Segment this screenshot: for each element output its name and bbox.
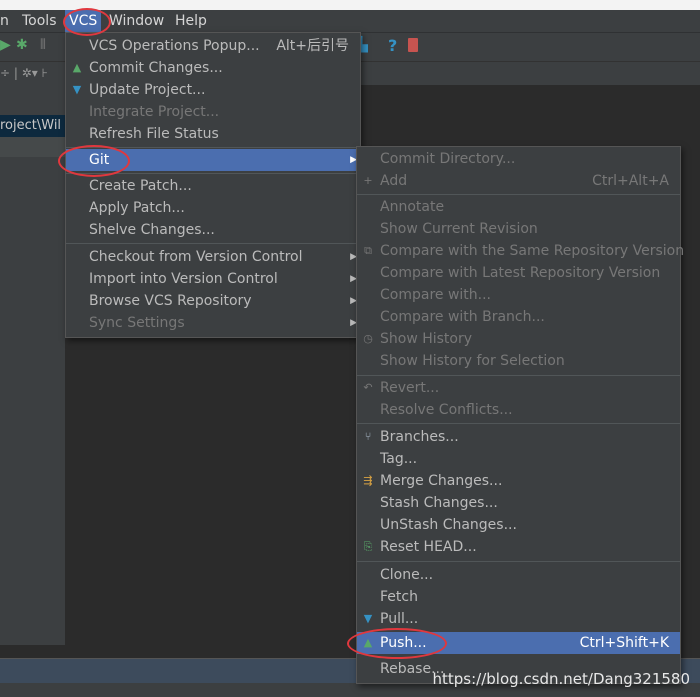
coverage-icon[interactable]: ⫴ (40, 37, 46, 53)
git-item-unstash-changes[interactable]: UnStash Changes... (357, 514, 680, 536)
git-item-compare-with: Compare with... (380, 287, 492, 303)
project-panel: roject\Wil (0, 85, 65, 645)
git-item-fetch[interactable]: Fetch (357, 586, 680, 608)
panel-toolbar-icons[interactable]: ÷ | ✲▾ ⊦ (0, 66, 48, 80)
pull-icon: ▼ (363, 612, 373, 625)
compare-icon: ⧉ (364, 244, 372, 257)
git-item-merge-changes[interactable]: ⇶ Merge Changes... (357, 470, 680, 492)
vcs-update-icon: ▼ (72, 83, 82, 96)
menu-separator (357, 561, 680, 562)
menu-help[interactable]: Help (175, 10, 207, 32)
vcs-commit-icon: ▲ (72, 61, 82, 74)
git-item-reset-head[interactable]: ⎘ Reset HEAD... (357, 536, 680, 558)
merge-icon: ⇶ (363, 474, 373, 487)
reset-head-icon: ⎘ (363, 540, 373, 553)
presentation-icon[interactable] (408, 38, 418, 52)
window-top-edge (0, 0, 700, 10)
git-item-annotate: Annotate (380, 199, 445, 215)
vcs-menu: VCS Operations Popup... Alt+后引号 ▲ Commit… (65, 32, 361, 338)
annotation-circle-push (347, 628, 447, 659)
menu-tools[interactable]: Tools (22, 10, 57, 32)
menu-separator (357, 423, 680, 424)
git-item-branches[interactable]: ⑂ Branches... (357, 426, 680, 448)
menu-item-browse-vcs-repository[interactable]: Browse VCS Repository ▶ (66, 290, 360, 312)
menu-separator (66, 243, 360, 244)
menu-item-update-project[interactable]: ▼ Update Project... (66, 79, 360, 101)
menu-run[interactable]: n (0, 10, 9, 32)
menu-item-shelve-changes[interactable]: Shelve Changes... (66, 219, 360, 241)
menu-separator (357, 194, 680, 195)
history-icon: ◷ (363, 332, 373, 345)
annotation-circle-git (58, 145, 130, 177)
git-item-tag[interactable]: Tag... (357, 448, 680, 470)
menu-item-checkout[interactable]: Checkout from Version Control ▶ (66, 246, 360, 268)
git-item-show-current-revision: Show Current Revision (380, 221, 538, 237)
menu-item-import[interactable]: Import into Version Control ▶ (66, 268, 360, 290)
git-item-compare-with-branch: Compare with Branch... (380, 309, 545, 325)
git-item-clone[interactable]: Clone... (357, 564, 680, 586)
git-item-pull[interactable]: ▼ Pull... (357, 608, 680, 630)
project-root-row[interactable]: roject\Wil (0, 115, 65, 137)
menu-item-apply-patch[interactable]: Apply Patch... (66, 197, 360, 219)
git-item-add: + Add Ctrl+Alt+A (357, 170, 680, 192)
menu-item-commit-changes[interactable]: ▲ Commit Changes... (66, 57, 360, 79)
menu-item-sync-settings: Sync Settings ▶ (66, 312, 360, 334)
git-item-stash-changes[interactable]: Stash Changes... (357, 492, 680, 514)
revert-icon: ↶ (363, 381, 373, 394)
menu-item-integrate-project: Integrate Project... (89, 104, 220, 120)
run-icon[interactable]: ▶ (0, 37, 11, 53)
menu-window[interactable]: Window (109, 10, 164, 32)
menu-item-refresh-file-status[interactable]: Refresh File Status (66, 123, 360, 145)
project-highlight-row (0, 137, 65, 157)
menu-item-vcs-operations-popup[interactable]: VCS Operations Popup... Alt+后引号 (66, 35, 360, 57)
git-item-revert: ↶ Revert... (357, 377, 680, 399)
git-submenu: Commit Directory... + Add Ctrl+Alt+A Ann… (356, 146, 684, 684)
git-item-resolve-conflicts: Resolve Conflicts... (380, 402, 513, 418)
menu-separator (357, 375, 680, 376)
debug-icon[interactable]: ✱ (16, 37, 28, 53)
plus-icon: + (363, 174, 373, 187)
branch-icon: ⑂ (364, 430, 372, 443)
git-item-show-history: ◷ Show History (357, 328, 680, 350)
watermark-text: https://blog.csdn.net/Dang321580 (432, 670, 690, 688)
git-item-compare-latest: Compare with Latest Repository Version (380, 265, 661, 281)
git-item-show-history-selection: Show History for Selection (380, 353, 565, 369)
git-item-commit-directory: Commit Directory... (380, 151, 516, 167)
git-item-compare-same-repo: ⧉ Compare with the Same Repository Versi… (357, 240, 684, 262)
help-icon[interactable]: ? (388, 36, 397, 55)
menu-item-create-patch[interactable]: Create Patch... (66, 175, 360, 197)
annotation-circle-vcs (63, 8, 111, 36)
